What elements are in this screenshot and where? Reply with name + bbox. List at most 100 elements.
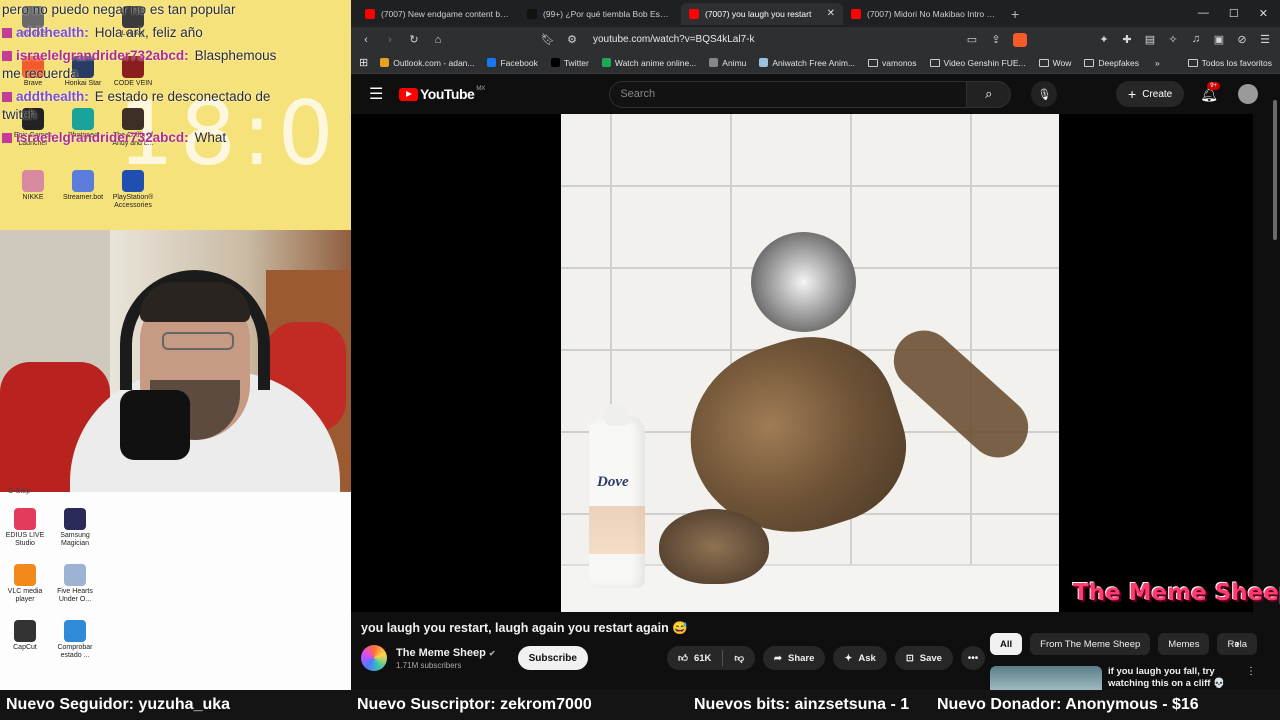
app-icon: [14, 620, 36, 642]
desktop-icon[interactable]: NIKKE: [8, 170, 58, 202]
reload-icon[interactable]: ↻: [407, 33, 421, 46]
forward-icon[interactable]: ›: [383, 34, 397, 46]
account-avatar[interactable]: [1238, 84, 1258, 104]
bookmark-item[interactable]: Watch anime online...: [601, 58, 696, 68]
stream-ticker: Nuevo Seguidor: yuzuha_uka Nuevo Suscrip…: [0, 690, 1280, 720]
desktop-icon[interactable]: VLC media player: [0, 564, 50, 604]
filter-chip[interactable]: All: [990, 633, 1023, 655]
youtube-logo[interactable]: YouTube MX: [399, 86, 485, 102]
more-vert-icon[interactable]: ⋮: [1246, 666, 1256, 690]
brave-shield-icon[interactable]: [1013, 32, 1027, 47]
close-window-icon[interactable]: ✕: [1259, 7, 1268, 20]
hamburger-menu-icon[interactable]: ☰: [369, 84, 393, 104]
chat-text: What: [194, 130, 227, 145]
bookmark-item[interactable]: Deepfakes: [1084, 58, 1139, 68]
browser-tab[interactable]: (7007) Midori No Makibao Intro Ope: [843, 3, 1005, 25]
ai-icon[interactable]: ✧: [1166, 33, 1180, 46]
like-button[interactable]: 👍︎ 61K: [667, 646, 722, 670]
extension-icon[interactable]: ✦: [1097, 33, 1111, 46]
more-actions-button[interactable]: •••: [960, 646, 985, 670]
bookmark-item[interactable]: Aniwatch Free Anim...: [759, 58, 855, 68]
sidebar-icon[interactable]: ▤: [1143, 33, 1157, 46]
search-input[interactable]: Search: [609, 80, 968, 108]
browser-tab[interactable]: (7007) New endgame content be like: [357, 3, 519, 25]
bookmark-item[interactable]: Outlook.com - adan...: [380, 58, 474, 68]
url-input[interactable]: youtube.com/watch?v=BQS4kLal7-k: [593, 34, 955, 45]
bookmark-item[interactable]: Twitter: [550, 57, 589, 68]
bookmark-icon: ⊡: [905, 652, 914, 664]
chat-text: me recuerda: [2, 66, 78, 81]
video-player[interactable]: Dove The Meme Sheep: [351, 114, 1280, 612]
folder-icon: [929, 58, 940, 67]
bookmark-item[interactable]: Facebook: [487, 58, 538, 68]
back-icon[interactable]: ‹: [359, 34, 373, 46]
video-frame[interactable]: Dove: [561, 114, 1059, 612]
recommended-title[interactable]: if you laugh you fall, try watching this…: [1108, 666, 1240, 690]
verified-icon: ✔: [488, 648, 496, 658]
tab-title: (7007) New endgame content be like: [381, 8, 511, 19]
bookmark-item[interactable]: Wow: [1038, 58, 1071, 68]
desktop-icon-label: Honkai Star: [64, 80, 102, 87]
desktop-icon[interactable]: CapCut: [0, 620, 50, 652]
notifications-button[interactable]: 🔔︎ 9+: [1200, 81, 1221, 103]
desktop-icon[interactable]: EDIUS LIVE Studio: [0, 508, 50, 548]
bookmark-label: Twitter: [563, 57, 589, 68]
ticker-bits: Nuevos bits: ainzsetsuna - 1: [694, 696, 910, 713]
recommended-video[interactable]: if you laugh you fall, try watching this…: [990, 666, 1270, 690]
share-page-icon[interactable]: ⇪: [989, 33, 1003, 46]
more-bookmarks-icon[interactable]: »: [1155, 58, 1160, 68]
channel-avatar[interactable]: [361, 645, 387, 671]
desktop-icon[interactable]: Five Hearts Under O...: [50, 564, 100, 604]
dislike-button[interactable]: 👎︎: [723, 646, 755, 670]
favicon-icon: [851, 8, 861, 19]
voice-search-button[interactable]: 🎙︎: [1031, 81, 1058, 107]
folder-icon: [1187, 58, 1198, 67]
desktop-icon[interactable]: Comprobar estado ...: [50, 620, 100, 660]
filter-chip[interactable]: Memes: [1158, 633, 1210, 655]
apps-icon[interactable]: ⊞: [359, 56, 368, 69]
desktop-icon[interactable]: Streamer.bot: [58, 170, 108, 202]
youtube-header: ☰ YouTube MX Search ⌕ 🎙︎ + Create 🔔︎ 9+: [351, 74, 1280, 114]
wallet-icon[interactable]: ▣: [1212, 33, 1226, 46]
share-button[interactable]: ➦ Share: [763, 646, 826, 670]
bookmark-label: Deepfakes: [1098, 57, 1139, 68]
all-bookmarks[interactable]: Todos los favoritos: [1187, 58, 1272, 68]
chat-message: twitch: [2, 107, 37, 122]
minimize-icon[interactable]: —: [1198, 7, 1209, 20]
site-settings-icon[interactable]: ⚙: [565, 33, 579, 46]
ask-button[interactable]: ✦ Ask: [833, 646, 887, 670]
bookmark-icon[interactable]: 🔖︎: [541, 33, 555, 46]
tab-title: (7007) Midori No Makibao Intro Ope: [867, 8, 997, 19]
desktop-icon[interactable]: PlayStation® Accessories: [108, 170, 158, 210]
vpn-icon[interactable]: ⊘: [1235, 33, 1249, 46]
thumbs-down-icon: 👎︎: [734, 653, 745, 664]
chevron-right-icon[interactable]: ›: [1235, 636, 1239, 651]
music-icon[interactable]: ♫: [1189, 33, 1203, 46]
webcam-feed: [0, 230, 356, 492]
bookmark-item[interactable]: Animu: [709, 58, 746, 68]
bookmark-item[interactable]: vamonos: [868, 58, 917, 68]
save-button[interactable]: ⊡ Save: [894, 646, 953, 670]
browser-tab[interactable]: (99+) ¿Por qué tiembla Bob Esponja?: [519, 3, 681, 25]
filter-chip[interactable]: From The Meme Sheep: [1030, 633, 1151, 655]
bath-faucet: [751, 232, 856, 332]
browser-tab[interactable]: (7007) you laugh you restart ✕: [681, 2, 843, 25]
subscribe-button[interactable]: Subscribe: [517, 646, 588, 670]
bookmark-item[interactable]: Video Genshin FUE...: [929, 58, 1026, 68]
maximize-icon[interactable]: ☐: [1229, 7, 1239, 20]
recommended-thumbnail[interactable]: [990, 666, 1102, 690]
close-tab-icon[interactable]: ✕: [827, 8, 835, 19]
app-icon: [64, 564, 86, 586]
sparkle-icon: ✦: [844, 652, 853, 664]
menu-icon[interactable]: ☰: [1258, 33, 1272, 46]
channel-name[interactable]: The Meme Sheep ✔: [396, 647, 496, 659]
create-button[interactable]: + Create: [1116, 81, 1185, 107]
desktop-icon[interactable]: Samsung Magician: [50, 508, 100, 548]
home-icon[interactable]: ⌂: [431, 34, 445, 46]
search-button[interactable]: ⌕: [967, 80, 1012, 108]
puzzle-icon[interactable]: ✚: [1120, 33, 1134, 46]
ticker-subscriber: Nuevo Suscriptor: zekrom7000: [357, 696, 592, 713]
app-icon: [64, 508, 86, 530]
new-tab-button[interactable]: +: [1011, 6, 1019, 22]
cast-icon[interactable]: ▭: [965, 33, 979, 46]
